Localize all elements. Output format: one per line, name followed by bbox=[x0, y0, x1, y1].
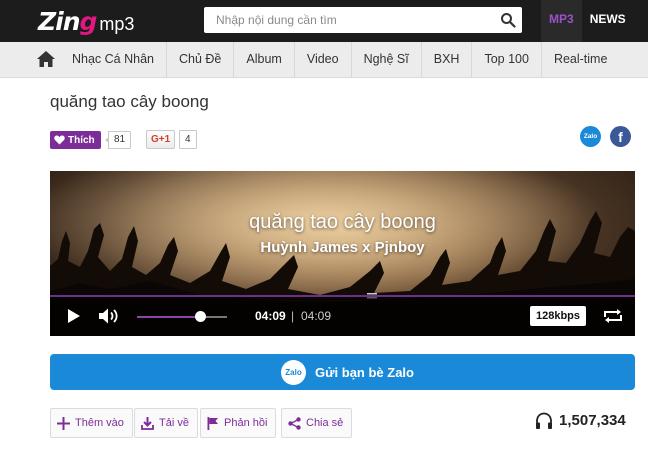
nav-item-top-100[interactable]: Top 100 bbox=[471, 42, 540, 78]
share-icon bbox=[288, 416, 301, 430]
heart-icon bbox=[54, 135, 65, 145]
quality-button[interactable]: 128kbps bbox=[530, 306, 586, 326]
download-icon bbox=[141, 416, 154, 430]
headphones-icon bbox=[536, 412, 552, 429]
listen-count: 1,507,334 bbox=[559, 412, 626, 429]
share-button[interactable]: Chia sẻ bbox=[281, 408, 353, 438]
nav-item-nghe-si[interactable]: Nghệ Sĩ bbox=[350, 42, 421, 78]
nav-item-bxh[interactable]: BXH bbox=[420, 42, 472, 78]
home-icon[interactable] bbox=[36, 50, 56, 68]
search-input[interactable] bbox=[204, 7, 494, 33]
zalo-share-icon[interactable]: Zalo bbox=[580, 126, 601, 147]
top-links: MP3 NEWS bbox=[541, 0, 634, 42]
plus-icon bbox=[57, 416, 70, 430]
top-link-mp3[interactable]: MP3 bbox=[541, 0, 582, 42]
zing-mp3-logo[interactable]: Zing mp3 bbox=[38, 6, 134, 36]
flag-icon bbox=[207, 416, 218, 430]
send-zalo-button[interactable]: Zalo Gửi bạn bè Zalo bbox=[50, 354, 635, 390]
volume-handle[interactable] bbox=[194, 311, 206, 322]
feedback-label: Phản hồi bbox=[224, 417, 268, 429]
time-separator: | bbox=[291, 309, 295, 323]
play-icon[interactable] bbox=[67, 308, 81, 324]
zalo-icon: Zalo bbox=[281, 360, 306, 385]
nav-item-real-time[interactable]: Real-time bbox=[540, 42, 620, 78]
send-zalo-label: Gửi bạn bè Zalo bbox=[315, 365, 414, 380]
like-button[interactable]: Thích bbox=[50, 131, 101, 149]
volume-slider-fill bbox=[137, 316, 200, 318]
player-artist: Huỳnh James x Pjnboy bbox=[260, 239, 425, 256]
logo-zing-text: Zing bbox=[38, 7, 97, 36]
top-link-news[interactable]: NEWS bbox=[582, 0, 634, 42]
current-time: 04:09 bbox=[255, 309, 286, 323]
volume-icon[interactable] bbox=[98, 307, 120, 325]
google-plus-count: 4 bbox=[179, 130, 197, 149]
top-header: Zing mp3 MP3 NEWS bbox=[0, 0, 648, 42]
player-controls: 04:09 | 04:09 128kbps bbox=[50, 297, 635, 336]
logo-mp3-text: mp3 bbox=[99, 14, 135, 34]
add-to-button[interactable]: Thêm vào bbox=[50, 408, 133, 438]
main-nav: Nhạc Cá Nhân Chủ Đề Album Video Nghệ Sĩ … bbox=[0, 42, 648, 78]
like-count: 81 bbox=[104, 131, 132, 149]
duration: 04:09 bbox=[301, 309, 332, 323]
download-button[interactable]: Tải về bbox=[134, 408, 198, 438]
search-icon[interactable] bbox=[500, 12, 516, 28]
music-player: quăng tao cây boong Huỳnh James x Pjnboy… bbox=[50, 171, 635, 336]
nav-item-chu-de[interactable]: Chủ Đề bbox=[166, 42, 233, 78]
download-label: Tải về bbox=[159, 417, 189, 429]
nav-item-album[interactable]: Album bbox=[233, 42, 293, 78]
share-label: Chia sẻ bbox=[306, 417, 344, 429]
nav-item-video[interactable]: Video bbox=[293, 42, 351, 78]
nav-item-nhac-ca-nhan[interactable]: Nhạc Cá Nhân bbox=[56, 42, 166, 78]
player-song-title: quăng tao cây boong bbox=[249, 211, 436, 233]
like-label: Thích bbox=[68, 134, 95, 146]
feedback-button[interactable]: Phản hồi bbox=[200, 408, 277, 438]
search-box bbox=[204, 7, 522, 33]
facebook-share-icon[interactable]: f bbox=[610, 126, 631, 147]
add-to-label: Thêm vào bbox=[75, 417, 124, 429]
repeat-icon[interactable] bbox=[603, 308, 623, 324]
page-title: quăng tao cây boong bbox=[50, 92, 209, 111]
google-plus-button[interactable]: G+1 bbox=[146, 130, 176, 149]
